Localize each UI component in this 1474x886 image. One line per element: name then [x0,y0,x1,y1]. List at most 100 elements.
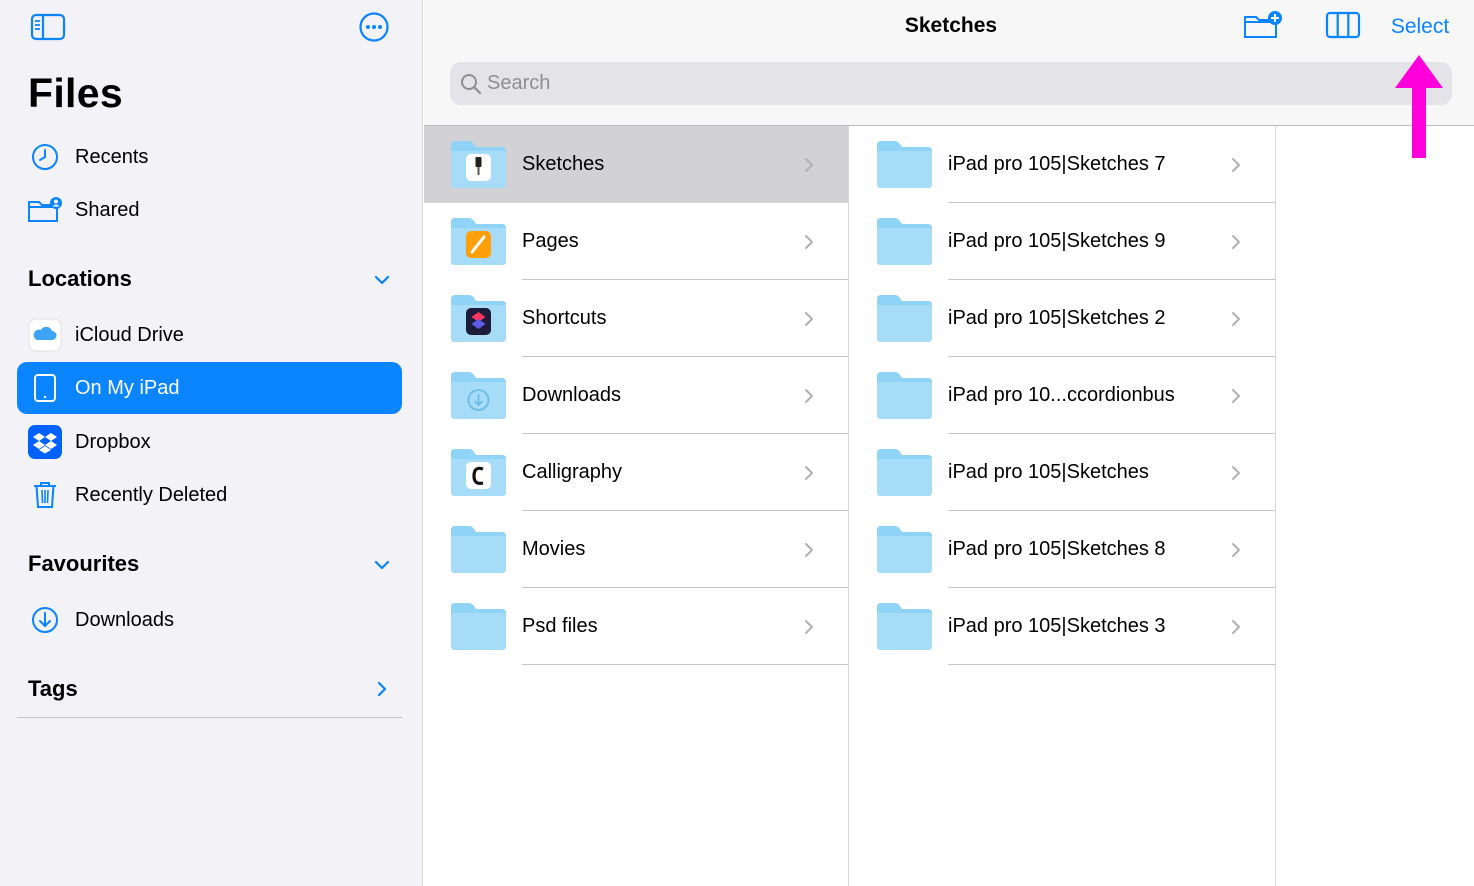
folder-row-sketches-9[interactable]: iPad pro 105|Sketches 9 [850,203,1275,280]
sidebar-item-label: Dropbox [75,430,151,453]
favourites-header: Favourites [28,551,140,576]
folder-column-on-my-ipad: Sketches Pages Shortcuts Downloads Calli… [424,126,849,886]
folder-icon [877,372,932,419]
folder-name: Psd files [522,615,598,637]
folder-row-sketches-2[interactable]: iPad pro 105|Sketches 2 [850,280,1275,357]
locations-header: Locations [28,266,132,291]
folder-name: iPad pro 105|Sketches 9 [948,230,1166,252]
folder-icon [451,603,506,650]
select-button[interactable]: Select [1386,10,1454,44]
calligraphy-folder-icon [451,449,506,496]
trash-icon [27,477,63,513]
sidebar-divider [17,717,402,718]
folder-name: iPad pro 105|Sketches 3 [948,615,1166,637]
ipad-icon [27,370,63,406]
new-folder-icon [1243,10,1283,45]
search-field[interactable] [450,62,1452,105]
folder-row-sketches-8[interactable]: iPad pro 105|Sketches 8 [850,511,1275,588]
folder-name: iPad pro 10...ccordionbus [948,384,1175,406]
sidebar-toggle-icon[interactable] [30,12,66,42]
folder-name: Pages [522,230,579,252]
sidebar-item-shared[interactable]: Shared [17,184,402,236]
sidebar-item-recently-deleted[interactable]: Recently Deleted [17,469,402,521]
chevron-right-icon[interactable] [370,677,394,701]
row-separator [948,664,1275,665]
chevron-down-icon[interactable] [370,268,394,292]
chevron-down-icon[interactable] [370,553,394,577]
chevron-right-icon [802,464,816,482]
folder-row-accordionbus[interactable]: iPad pro 10...ccordionbus [850,357,1275,434]
sidebar-item-label: Recents [75,145,149,168]
sidebar-item-recents[interactable]: Recents [17,131,402,183]
sidebar-item-on-my-ipad[interactable]: On My iPad [17,362,402,414]
folder-row-psd-files[interactable]: Psd files [424,588,848,665]
folder-name: Downloads [522,384,621,406]
folder-row-downloads[interactable]: Downloads [424,357,848,434]
sidebar-item-dropbox[interactable]: Dropbox [17,416,402,468]
sidebar-item-label: On My iPad [75,376,180,399]
folder-row-pages[interactable]: Pages [424,203,848,280]
folder-row-sketches-3[interactable]: iPad pro 105|Sketches 3 [850,588,1275,665]
pages-folder-icon [451,218,506,265]
view-columns-button[interactable] [1324,10,1362,44]
page-title: Sketches [904,14,998,37]
chevron-right-icon [802,387,816,405]
sidebar: Files Recents Shared Locations iCloud Dr… [0,0,423,886]
chevron-right-icon [1229,387,1243,405]
chevron-right-icon [802,233,816,251]
dropbox-icon [27,424,63,460]
sketches-folder-icon [451,141,506,188]
downloads-folder-icon [451,372,506,419]
chevron-right-icon [1229,541,1243,559]
folder-name: iPad pro 105|Sketches [948,461,1149,483]
sidebar-item-icloud-drive[interactable]: iCloud Drive [17,309,402,361]
folder-row-sketches-7[interactable]: iPad pro 105|Sketches 7 [850,126,1275,203]
icloud-icon [27,317,63,353]
sidebar-item-label: Downloads [75,608,174,631]
folder-row-calligraphy[interactable]: Calligraphy [424,434,848,511]
chevron-right-icon [802,541,816,559]
row-separator [522,664,848,665]
folder-name: iPad pro 105|Sketches 7 [948,153,1166,175]
chevron-right-icon [1229,618,1243,636]
clock-icon [27,139,63,175]
sidebar-item-label: Recently Deleted [75,483,228,506]
annotation-arrow-icon [1395,55,1443,158]
chevron-right-icon [1229,464,1243,482]
shared-folder-icon [27,192,63,228]
folder-name: Sketches [522,153,605,175]
folder-name: iPad pro 105|Sketches 2 [948,307,1166,329]
download-circle-icon [27,602,63,638]
sidebar-item-label: iCloud Drive [75,323,184,346]
search-icon [459,72,483,96]
folder-name: Calligraphy [522,461,623,483]
folder-icon [877,295,932,342]
folder-icon [877,449,932,496]
folder-icon [877,141,932,188]
columns-view-icon [1325,11,1361,44]
tags-header[interactable]: Tags [28,676,78,702]
shortcuts-folder-icon [451,295,506,342]
new-folder-button[interactable] [1242,10,1284,44]
chevron-right-icon [1229,310,1243,328]
folder-name: Shortcuts [522,307,607,329]
folder-column-sketches: iPad pro 105|Sketches 7 iPad pro 105|Ske… [850,126,1276,886]
sidebar-item-downloads[interactable]: Downloads [17,594,402,646]
folder-icon [451,526,506,573]
folder-row-shortcuts[interactable]: Shortcuts [424,280,848,357]
chevron-right-icon [802,618,816,636]
more-ellipsis-icon[interactable] [356,12,392,42]
folder-row-sketches[interactable]: iPad pro 105|Sketches [850,434,1275,511]
folder-row-movies[interactable]: Movies [424,511,848,588]
chevron-right-icon [802,156,816,174]
sidebar-title: Files [28,70,123,116]
folder-name: iPad pro 105|Sketches 8 [948,538,1166,560]
chevron-right-icon [1229,156,1243,174]
search-input[interactable] [487,72,1387,95]
sidebar-item-label: Shared [75,198,140,221]
folder-icon [877,526,932,573]
chevron-right-icon [1229,233,1243,251]
folder-icon [877,218,932,265]
folder-row-sketches[interactable]: Sketches [424,126,848,203]
folder-name: Movies [522,538,586,560]
